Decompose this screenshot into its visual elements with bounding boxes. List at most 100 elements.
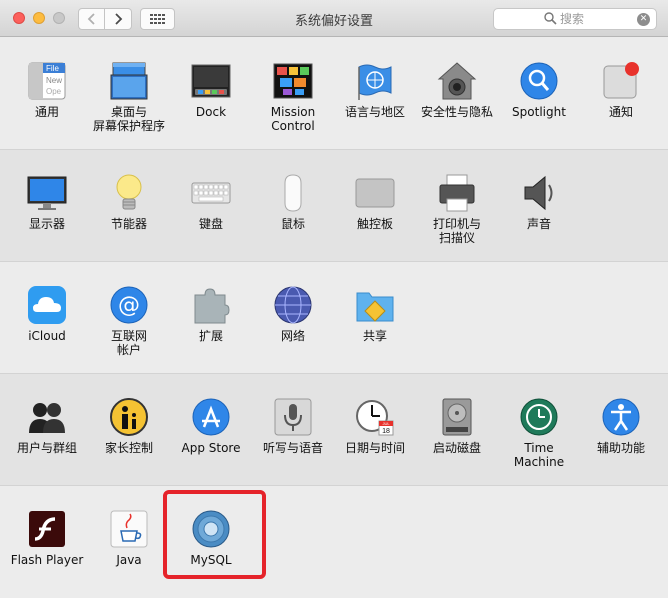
forward-button[interactable] [105, 8, 132, 30]
pref-app-store[interactable]: App Store [170, 374, 252, 486]
displays-icon [27, 173, 67, 213]
accessibility-icon [601, 397, 641, 437]
general-icon-new: New [46, 76, 62, 85]
pref-dictation-speech[interactable]: 听写与语音 [252, 374, 334, 486]
pref-spotlight[interactable]: Spotlight [498, 38, 580, 150]
pref-label: 安全性与隐私 [420, 105, 493, 119]
pref-label: 听写与语音 [262, 441, 323, 455]
pref-time-machine[interactable]: Time Machine [498, 374, 580, 486]
security-privacy-icon [437, 61, 477, 101]
pref-internet-accounts[interactable]: @ 互联网 帐户 [88, 262, 170, 374]
pref-label: Mission Control [270, 105, 316, 133]
pref-label: 节能器 [110, 217, 147, 231]
pref-network[interactable]: 网络 [252, 262, 334, 374]
pref-security-privacy[interactable]: 安全性与隐私 [416, 38, 498, 150]
pref-trackpad[interactable]: 触控板 [334, 150, 416, 262]
mission-control-icon [273, 61, 313, 101]
dictation-speech-icon [273, 397, 313, 437]
window-title: 系统偏好设置 [294, 14, 373, 29]
pref-language-region[interactable]: 语言与地区 [334, 38, 416, 150]
sharing-icon [355, 285, 395, 325]
pref-label: 启动磁盘 [432, 441, 481, 455]
icloud-icon [27, 285, 67, 325]
clear-search-icon[interactable]: ✕ [637, 13, 650, 26]
pref-label: 键盘 [198, 217, 223, 231]
pref-accessibility[interactable]: 辅助功能 [580, 374, 662, 486]
pref-notifications[interactable]: 通知 [580, 38, 662, 150]
pref-dock[interactable]: Dock [170, 38, 252, 150]
notifications-icon [601, 61, 641, 101]
pref-label: 通知 [608, 105, 633, 119]
chevron-right-icon [115, 13, 123, 25]
pref-parental-controls[interactable]: 家长控制 [88, 374, 170, 486]
desktop-screensaver-icon [109, 61, 149, 101]
pref-label: 辅助功能 [596, 441, 645, 455]
pref-label: 通用 [34, 105, 59, 119]
general-icon-file: File [46, 64, 59, 73]
java-icon [109, 509, 149, 549]
pref-general[interactable]: File New Ope 通用 [6, 38, 88, 150]
pref-displays[interactable]: 显示器 [6, 150, 88, 262]
pref-keyboard[interactable]: 键盘 [170, 150, 252, 262]
printers-scanners-icon [437, 173, 477, 213]
show-all-button[interactable] [140, 8, 175, 30]
back-button[interactable] [78, 8, 105, 30]
internet-accounts-icon: @ [109, 285, 149, 325]
pref-sound[interactable]: 声音 [498, 150, 580, 262]
pref-printers-scanners[interactable]: 打印机与 扫描仪 [416, 150, 498, 262]
language-region-icon [355, 61, 395, 101]
pref-mouse[interactable]: 鼠标 [252, 150, 334, 262]
calendar-day: 18 [382, 428, 390, 435]
pref-label: Spotlight [512, 105, 566, 119]
pref-label: 家长控制 [104, 441, 153, 455]
extensions-icon [191, 285, 231, 325]
pref-date-time[interactable]: JUL 18 日期与时间 [334, 374, 416, 486]
pref-label: 扩展 [198, 329, 223, 343]
pref-label: Dock [195, 105, 227, 119]
startup-disk-icon [437, 397, 477, 437]
pref-label: 语言与地区 [344, 105, 405, 119]
pref-label: Flash Player [10, 553, 84, 567]
grid-icon [149, 14, 165, 24]
pref-java[interactable]: Java [88, 486, 170, 598]
search-icon [544, 12, 557, 25]
pref-startup-disk[interactable]: 启动磁盘 [416, 374, 498, 486]
pref-flash-player[interactable]: Flash Player [6, 486, 88, 598]
pref-users-groups[interactable]: 用户与群组 [6, 374, 88, 486]
users-groups-icon [27, 397, 67, 437]
pref-sharing[interactable]: 共享 [334, 262, 416, 374]
sound-icon [519, 173, 559, 213]
pref-label: 声音 [526, 217, 551, 231]
calendar-month: JUL [382, 421, 390, 426]
pref-mission-control[interactable]: Mission Control [252, 38, 334, 150]
flash-player-icon [27, 509, 67, 549]
zoom-window-button[interactable] [53, 12, 65, 24]
trackpad-icon [355, 173, 395, 213]
pref-desktop-screensaver[interactable]: 桌面与 屏幕保护程序 [88, 38, 170, 150]
dock-icon [191, 61, 231, 101]
pref-extensions[interactable]: 扩展 [170, 262, 252, 374]
date-time-icon: JUL 18 [355, 397, 395, 437]
pref-label: Time Machine [513, 441, 565, 469]
pref-label: 日期与时间 [344, 441, 405, 455]
general-icon-open: Ope [46, 87, 62, 96]
pref-label: 显示器 [28, 217, 65, 231]
navigation-buttons [78, 8, 132, 30]
highlight-box [163, 490, 266, 579]
pref-icloud[interactable]: iCloud [6, 262, 88, 374]
pref-label: App Store [181, 441, 241, 455]
search-input[interactable] [560, 10, 630, 28]
pref-label: 触控板 [356, 217, 393, 231]
app-store-icon [191, 397, 231, 437]
pref-label: 用户与群组 [16, 441, 77, 455]
title-bar: 系统偏好设置 ✕ [0, 0, 668, 37]
minimize-window-button[interactable] [33, 12, 45, 24]
search-field[interactable]: ✕ [493, 8, 657, 30]
pref-label: 打印机与 扫描仪 [432, 217, 481, 245]
pref-label: Java [116, 553, 142, 567]
spotlight-icon [519, 61, 559, 101]
chevron-left-icon [87, 13, 95, 25]
pref-label: 桌面与 屏幕保护程序 [92, 105, 165, 133]
close-window-button[interactable] [13, 12, 25, 24]
pref-energy-saver[interactable]: 节能器 [88, 150, 170, 262]
